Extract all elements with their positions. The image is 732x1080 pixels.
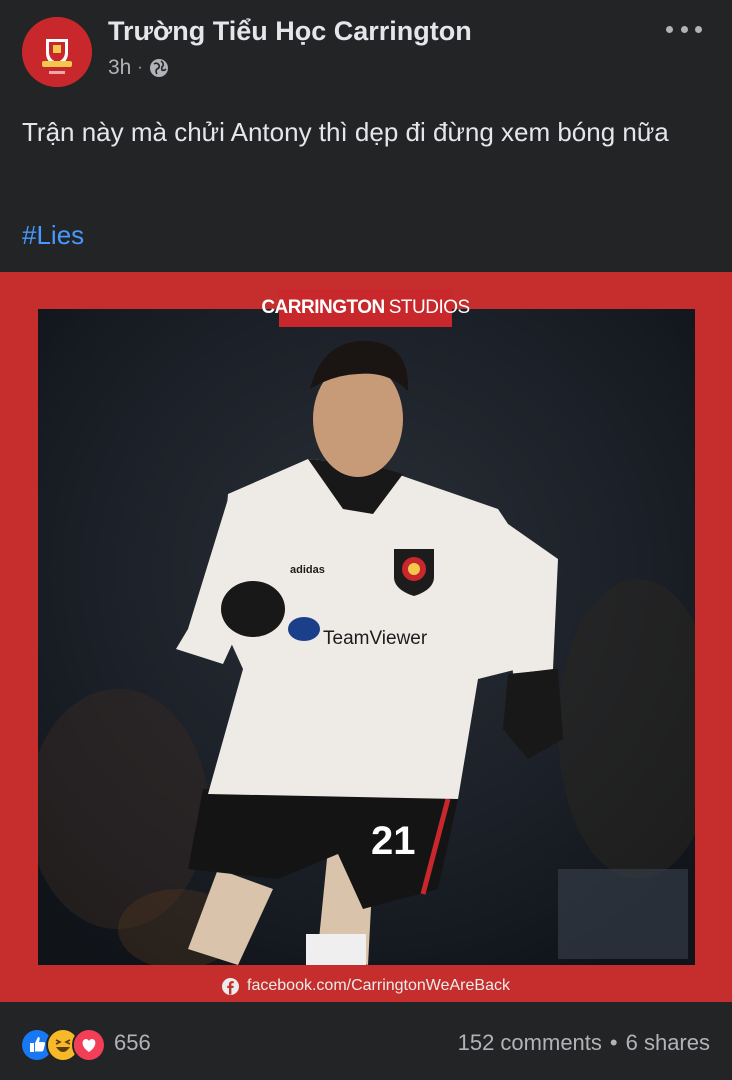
post-text: Trận này mà chửi Antony thì dẹp đi đừng … bbox=[22, 117, 669, 147]
page-name-link[interactable]: Trường Tiểu Học Carrington bbox=[108, 16, 472, 47]
brand-banner: CARRINGTON STUDIOS bbox=[261, 289, 470, 327]
brand-name: CARRINGTON bbox=[261, 297, 385, 318]
post-footer: 656 152 comments • 6 shares bbox=[0, 1002, 732, 1080]
post-header: Trường Tiểu Học Carrington 3h · bbox=[0, 0, 732, 100]
page-avatar[interactable] bbox=[22, 17, 92, 87]
meta-separator: · bbox=[137, 59, 143, 76]
love-icon bbox=[72, 1028, 106, 1062]
comments-count[interactable]: 152 comments bbox=[458, 1030, 602, 1056]
more-icon[interactable] bbox=[666, 18, 702, 40]
post-meta: 3h · bbox=[108, 56, 169, 80]
reaction-count[interactable]: 656 bbox=[114, 1030, 151, 1056]
shirt-number: 21 bbox=[371, 819, 416, 863]
stats-separator: • bbox=[609, 1030, 618, 1055]
post-time[interactable]: 3h bbox=[108, 56, 131, 80]
player-photo: TeamViewer adidas 21 bbox=[38, 309, 695, 965]
post-image[interactable]: CARRINGTON STUDIOS TeamViewer adidas 21 … bbox=[0, 272, 732, 1002]
engagement-stats: 152 comments • 6 shares bbox=[458, 1030, 710, 1056]
credit-text: facebook.com/CarringtonWeAreBack bbox=[247, 977, 510, 994]
hashtag-link[interactable]: #Lies bbox=[22, 220, 84, 251]
shares-count[interactable]: 6 shares bbox=[626, 1030, 710, 1056]
reactions-summary[interactable] bbox=[20, 1028, 106, 1062]
club-crest-icon bbox=[22, 17, 92, 87]
globe-icon bbox=[149, 58, 169, 78]
shirt-sponsor: TeamViewer bbox=[323, 628, 428, 649]
kit-brand: adidas bbox=[290, 564, 325, 576]
brand-suffix: STUDIOS bbox=[388, 297, 470, 318]
facebook-icon bbox=[222, 977, 240, 995]
image-credit: facebook.com/CarringtonWeAreBack bbox=[0, 972, 732, 1000]
